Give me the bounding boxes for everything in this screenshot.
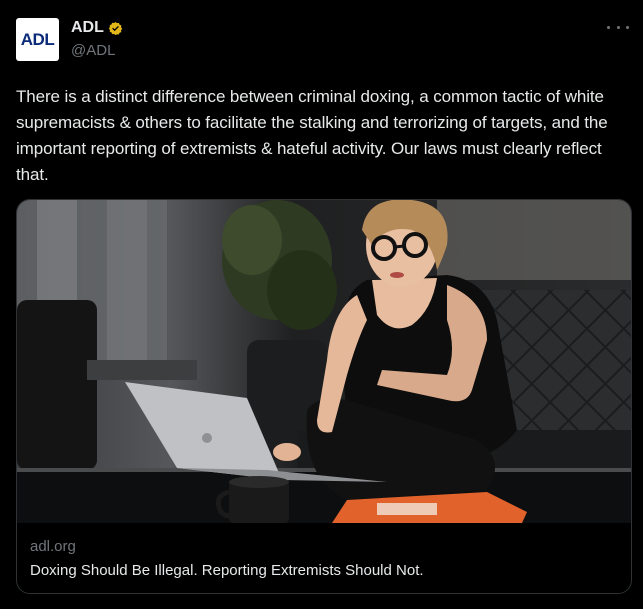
link-card-footer: adl.org Doxing Should Be Illegal. Report…: [17, 523, 631, 593]
link-card-domain: adl.org: [30, 538, 76, 555]
link-card-image[interactable]: [17, 200, 631, 523]
author-display-name[interactable]: ADL: [71, 19, 104, 37]
tweet-text: There is a distinct difference between c…: [16, 87, 608, 184]
link-card-title[interactable]: Doxing Should Be Illegal. Reporting Extr…: [30, 562, 424, 579]
verified-badge-icon: [108, 21, 123, 36]
link-card[interactable]: adl.org Doxing Should Be Illegal. Report…: [16, 199, 632, 594]
author-handle[interactable]: @ADL: [71, 42, 115, 59]
more-options-icon[interactable]: [607, 20, 629, 34]
avatar-logo-text: ADL: [20, 29, 55, 49]
author-name-row: ADL: [71, 19, 123, 37]
tweet: ADL ADL @ADL There is a distinct differe…: [0, 0, 643, 609]
avatar[interactable]: ADL: [16, 18, 59, 61]
